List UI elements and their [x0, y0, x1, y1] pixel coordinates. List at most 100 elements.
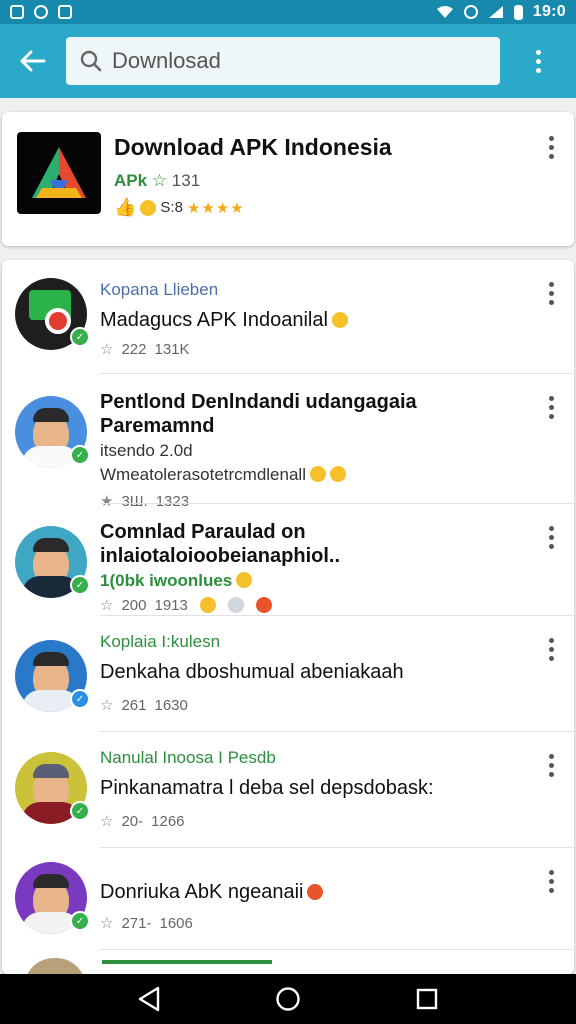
list-item-count: 1913	[154, 596, 188, 614]
back-button[interactable]	[0, 24, 66, 98]
verified-badge-icon: ✓	[70, 575, 90, 595]
nav-home-icon	[276, 987, 300, 1011]
list-item-rating: 200	[121, 596, 147, 614]
list-item-rating: 271-	[121, 914, 152, 932]
emoji-icon	[309, 466, 326, 482]
list-item[interactable]: ✓ Donriuka AbK ngeanaii ☆ 271- 1606	[2, 848, 574, 950]
list-item-tag: Kopana Llieben	[100, 280, 219, 299]
list-item-title: Pentlond Denlndandi udangagaia Paremamnd	[100, 391, 417, 437]
more-vert-icon	[549, 136, 554, 159]
list-item-line-text: 1(0bk iwoonlues	[100, 571, 233, 590]
list-item[interactable]: ✓ Nanulal Inoosa I Pesdb Pinkanamatra l …	[2, 732, 574, 848]
list-item-overflow-button[interactable]	[549, 396, 554, 419]
avatar	[24, 958, 86, 974]
back-arrow-icon	[20, 50, 46, 72]
featured-sub-label: APk	[114, 171, 148, 190]
list-item-title-text: Donriuka AbK ngeanaii	[100, 881, 304, 903]
nav-recents-button[interactable]	[397, 974, 457, 1024]
list-item[interactable]: ✓ Koplaia I:kulesn Denkaha dboshumual ab…	[2, 616, 574, 732]
verified-badge-icon: ✓	[70, 445, 90, 465]
more-vert-icon	[549, 282, 554, 305]
nav-home-button[interactable]	[258, 974, 318, 1024]
more-vert-icon	[549, 396, 554, 419]
emoji-icon	[329, 466, 346, 482]
featured-rating: 👍 S:8 ★★★★	[114, 197, 392, 218]
search-input[interactable]: Downlosad	[112, 48, 221, 74]
list-item-overflow-button[interactable]	[549, 754, 554, 777]
star-icon: ☆	[100, 341, 114, 358]
status-bar: 19:0	[0, 0, 576, 24]
list-item-title: Pinkanamatra l deba sel depsdobask:	[100, 777, 434, 799]
list-item-count: 1606	[159, 914, 193, 932]
emoji-icon	[255, 597, 272, 613]
list-item-line: 1(0bk iwoonlues	[100, 570, 528, 592]
nav-back-button[interactable]	[119, 974, 179, 1024]
emoji-icon	[331, 312, 348, 328]
list-item-rating: 222	[121, 340, 147, 358]
list-item-line-2: Wmeatolerasotetrcmdlenall	[100, 464, 528, 486]
list-item-title-text: Madagucs APK Indoanilal	[100, 309, 328, 331]
featured-app-card[interactable]: Download APK Indonesia APk ☆ 131 👍 S:8 ★…	[2, 112, 574, 246]
emoji-icon	[307, 884, 324, 900]
verified-badge-icon: ✓	[70, 689, 90, 709]
notification-icon	[10, 5, 24, 19]
featured-sub-star: ☆	[151, 171, 168, 190]
search-box[interactable]: Downlosad	[66, 37, 500, 85]
featured-sub-count: 131	[171, 171, 201, 190]
list-item[interactable]: ✓ Comnlad Paraulad on inlaiotaloioobeian…	[2, 504, 574, 616]
featured-app-title: Download APK Indonesia	[114, 134, 392, 160]
sync-icon	[34, 5, 48, 19]
list-item-partial[interactable]	[2, 950, 574, 974]
list-item-title: Denkaha dboshumual abeniakaah	[100, 661, 404, 683]
list-item-overflow-button[interactable]	[549, 282, 554, 305]
list-item-rating: 20-	[121, 812, 144, 830]
emoji-icon	[199, 597, 216, 613]
app-logo-icon	[17, 132, 101, 214]
list-item-count: 1266	[151, 812, 185, 830]
list-item-meta: ☆ 222 131K	[100, 340, 528, 359]
list-item-meta: ☆ 200 1913	[100, 596, 528, 614]
list-item-title: Donriuka AbK ngeanaii	[100, 880, 528, 904]
emoji-icon	[227, 597, 244, 613]
emoji-icon	[236, 572, 253, 588]
verified-badge-icon: ✓	[70, 801, 90, 821]
list-item[interactable]: ✓ Kopana Llieben Madagucs APK Indoanilal…	[2, 260, 574, 374]
more-vert-icon	[549, 870, 554, 893]
verified-badge-icon: ✓	[70, 327, 90, 347]
results-list: ✓ Kopana Llieben Madagucs APK Indoanilal…	[2, 260, 574, 974]
battery-icon	[513, 4, 523, 20]
list-item-tag: Nanulal Inoosa I Pesdb	[100, 748, 276, 767]
verified-badge-icon: ✓	[70, 911, 90, 931]
more-vert-icon	[549, 754, 554, 777]
alarm-icon	[463, 5, 478, 19]
featured-overflow-button[interactable]	[549, 136, 554, 159]
list-item-count: 1630	[154, 696, 188, 714]
more-vert-icon	[535, 49, 541, 73]
list-item-overflow-button[interactable]	[549, 870, 554, 893]
star-icon: ☆	[100, 915, 114, 932]
list-item-count: 131K	[154, 340, 190, 358]
photo-icon	[58, 5, 72, 19]
list-item-line-2-text: Wmeatolerasotetrcmdlenall	[100, 465, 306, 484]
star-icon: ☆	[100, 697, 114, 714]
list-item-overflow-button[interactable]	[549, 638, 554, 661]
list-item-meta: ☆ 271- 1606	[100, 914, 528, 933]
wifi-icon	[436, 6, 453, 18]
list-item-line: itsendo 2.0d	[100, 441, 193, 460]
signal-icon	[488, 6, 503, 18]
list-item-overflow-button[interactable]	[549, 526, 554, 549]
list-item[interactable]: ✓ Pentlond Denlndandi udangagaia Paremam…	[2, 374, 574, 510]
search-icon	[80, 50, 102, 72]
more-vert-icon	[549, 638, 554, 661]
navigation-bar	[0, 974, 576, 1024]
nav-recents-icon	[416, 988, 437, 1010]
status-time: 19:0	[532, 3, 566, 20]
star-icon: ☆	[100, 597, 114, 614]
star-rating: ★★★★	[186, 199, 245, 217]
list-item-title: Madagucs APK Indoanilal	[100, 308, 528, 332]
star-icon: ☆	[100, 813, 114, 830]
thumbs-up-icon: 👍	[114, 197, 137, 217]
overflow-menu-button[interactable]	[500, 24, 576, 98]
list-item-tag	[102, 960, 272, 964]
list-item-meta: ☆ 20- 1266	[100, 812, 528, 831]
